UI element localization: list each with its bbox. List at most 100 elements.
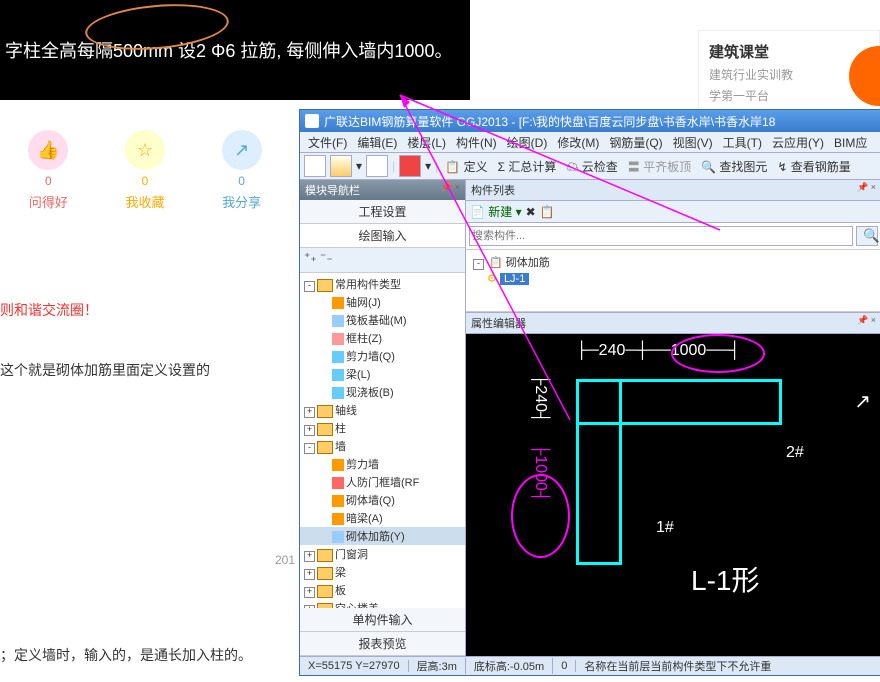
- tree-item[interactable]: 砌体墙(Q): [300, 491, 465, 509]
- tree-group[interactable]: +板: [300, 581, 465, 599]
- label-1: 1#: [656, 519, 674, 537]
- list-item[interactable]: ⚙ LJ-1: [469, 271, 878, 286]
- save-btn[interactable]: [366, 155, 388, 177]
- component-list: - 📋 砌体加筋 ⚙ LJ-1: [466, 250, 880, 312]
- action-fav[interactable]: ☆ 0 我收藏: [105, 130, 185, 211]
- status-msg: 名称在当前层当前构件类型下不允许重: [576, 658, 880, 674]
- tree-item[interactable]: 框柱(Z): [300, 329, 465, 347]
- status-coord: X=55175 Y=27970: [300, 660, 409, 672]
- search-row: 🔍: [466, 223, 880, 250]
- pin-icon[interactable]: 📌 ×: [857, 182, 876, 198]
- card-sub2: 学第一平台: [709, 87, 869, 104]
- action-label: 我分享: [202, 192, 282, 211]
- red-oval-1000b: [671, 334, 765, 373]
- pin-icon[interactable]: 📌 ×: [857, 315, 876, 331]
- tree-item[interactable]: 梁(L): [300, 365, 465, 383]
- menu-comp[interactable]: 构件(N): [452, 134, 501, 151]
- tree-group[interactable]: +柱: [300, 419, 465, 437]
- search-input[interactable]: [469, 226, 853, 246]
- tree-group[interactable]: +梁: [300, 563, 465, 581]
- cloud-btn[interactable]: ☁ 云检查: [563, 158, 620, 175]
- nav-project[interactable]: 工程设置: [300, 200, 465, 224]
- nav-header: 模块导航栏📌 ×: [300, 180, 465, 200]
- menu-tool[interactable]: 工具(T): [719, 134, 766, 151]
- status-floor: 层高:3m: [409, 658, 466, 674]
- menu-mod[interactable]: 修改(M): [553, 134, 603, 151]
- nav-panel: 模块导航栏📌 × 工程设置 绘图输入 ⁺₊ ⁻₋ -常用构件类型 轴网(J) 筏…: [300, 180, 466, 656]
- action-share[interactable]: ↗ 0 我分享: [202, 130, 282, 211]
- nav-draw[interactable]: 绘图输入: [300, 224, 465, 248]
- body-text: 这个就是砌体加筋里面定义设置的: [0, 360, 210, 380]
- open-btn[interactable]: [330, 155, 352, 177]
- list-toolbar: 📄 新建 ▾ ✖ 📋: [466, 201, 880, 223]
- star-icon: ☆: [125, 130, 165, 170]
- search-button[interactable]: 🔍: [856, 226, 878, 246]
- app-window: 广联达BIM钢筋算量软件 GGJ2013 - [F:\我的快盘\百度云同步盘\书…: [299, 109, 880, 676]
- footer-text: ；定义墙时，输入的，是通长加入柱的。: [0, 645, 252, 665]
- tree-item[interactable]: 轴网(J): [300, 293, 465, 311]
- menu-file[interactable]: 文件(F): [304, 134, 351, 151]
- action-label: 我收藏: [105, 192, 185, 211]
- canvas-area[interactable]: ├─240─┼──1000──┤ ├240┤ ├1000┤ 1# 2# L-1形…: [466, 334, 880, 656]
- share-icon: ↗: [222, 130, 262, 170]
- card-sub: 建筑行业实训教: [709, 66, 869, 83]
- list-parent[interactable]: - 📋 砌体加筋: [469, 253, 878, 271]
- action-count: 0: [202, 174, 282, 188]
- red-oval-1000: [511, 474, 570, 558]
- year-text: 201: [275, 553, 295, 567]
- arrow-icon: ↗: [854, 389, 871, 414]
- tree-item-selected[interactable]: 砌体加筋(Y): [300, 527, 465, 545]
- tree-item[interactable]: 筏板基础(M): [300, 311, 465, 329]
- action-count: 0: [105, 174, 185, 188]
- window-title: 广联达BIM钢筋算量软件 GGJ2013 - [F:\我的快盘\百度云同步盘\书…: [324, 113, 775, 130]
- tree-root[interactable]: -常用构件类型: [300, 275, 465, 293]
- tree-item[interactable]: 剪力墙: [300, 455, 465, 473]
- menu-cloud[interactable]: 云应用(Y): [768, 134, 828, 151]
- pin-icon[interactable]: 📌 ×: [441, 182, 460, 198]
- tree-group[interactable]: -墙: [300, 437, 465, 455]
- action-count: 0: [8, 174, 88, 188]
- action-label: 问得好: [8, 192, 88, 211]
- status-bar: X=55175 Y=27970 层高:3m 底标高:-0.05m 0 名称在当前…: [300, 656, 880, 675]
- app-icon: [305, 114, 319, 128]
- nav-report[interactable]: 报表预览: [300, 632, 465, 656]
- menu-rebar[interactable]: 钢筋量(Q): [605, 134, 666, 151]
- tree-item[interactable]: 暗梁(A): [300, 509, 465, 527]
- menu-draw[interactable]: 绘图(D): [503, 134, 552, 151]
- shape-name: L-1形: [691, 559, 759, 599]
- titlebar[interactable]: 广联达BIM钢筋算量软件 GGJ2013 - [F:\我的快盘\百度云同步盘\书…: [300, 110, 880, 132]
- define-btn[interactable]: 📋 定义: [442, 158, 490, 175]
- banner-text: 字柱全高每隔500mm 设2 Φ6 拉筋, 每侧伸入墙内1000。: [5, 37, 452, 63]
- tree-group[interactable]: +空心楼盖: [300, 599, 465, 608]
- copy-icon[interactable]: 📋: [540, 205, 555, 219]
- undo-btn[interactable]: [399, 155, 421, 177]
- tree-item[interactable]: 人防门框墙(RF: [300, 473, 465, 491]
- tree-group[interactable]: +轴线: [300, 401, 465, 419]
- status-z: 0: [553, 660, 576, 672]
- menu-bim[interactable]: BIM应: [830, 134, 871, 151]
- black-banner: 字柱全高每隔500mm 设2 Φ6 拉筋, 每侧伸入墙内1000。: [0, 0, 470, 100]
- tree-item[interactable]: 剪力墙(Q): [300, 347, 465, 365]
- new-btn[interactable]: [304, 155, 326, 177]
- menu-view[interactable]: 视图(V): [669, 134, 717, 151]
- tree-group[interactable]: +门窗洞: [300, 545, 465, 563]
- find-btn[interactable]: 🔍 查找图元: [698, 158, 770, 175]
- sum-btn[interactable]: Σ 汇总计算: [495, 158, 560, 175]
- card-title: 建筑课堂: [709, 41, 869, 62]
- prop-header: 属性编辑器📌 ×: [466, 312, 880, 334]
- red-text: 则和谐交流圈！: [0, 300, 98, 320]
- menu-floor[interactable]: 楼层(L): [403, 134, 450, 151]
- action-good[interactable]: 👍 0 问得好: [8, 130, 88, 211]
- flat-btn[interactable]: 〓 平齐板顶: [625, 158, 694, 175]
- toolbar: ▾ | ▾ | 📋 定义 Σ 汇总计算 ☁ 云检查 〓 平齐板顶 🔍 查找图元 …: [300, 153, 880, 180]
- menu-edit[interactable]: 编辑(E): [353, 134, 401, 151]
- tree-toolbar: ⁺₊ ⁻₋: [300, 248, 465, 273]
- right-panel: 构件列表📌 × 📄 新建 ▾ ✖ 📋 🔍 - 📋 砌体加筋 ⚙ LJ-1 属性编…: [466, 180, 880, 656]
- menubar: 文件(F) 编辑(E) 楼层(L) 构件(N) 绘图(D) 修改(M) 钢筋量(…: [300, 132, 880, 153]
- nav-tree: -常用构件类型 轴网(J) 筏板基础(M) 框柱(Z) 剪力墙(Q) 梁(L) …: [300, 273, 465, 608]
- new-btn[interactable]: 📄 新建 ▾: [470, 203, 522, 220]
- delete-icon[interactable]: ✖: [526, 205, 536, 219]
- view-btn[interactable]: ↯ 查看钢筋量: [774, 158, 853, 175]
- nav-single[interactable]: 单构件输入: [300, 608, 465, 632]
- tree-item[interactable]: 现浇板(B): [300, 383, 465, 401]
